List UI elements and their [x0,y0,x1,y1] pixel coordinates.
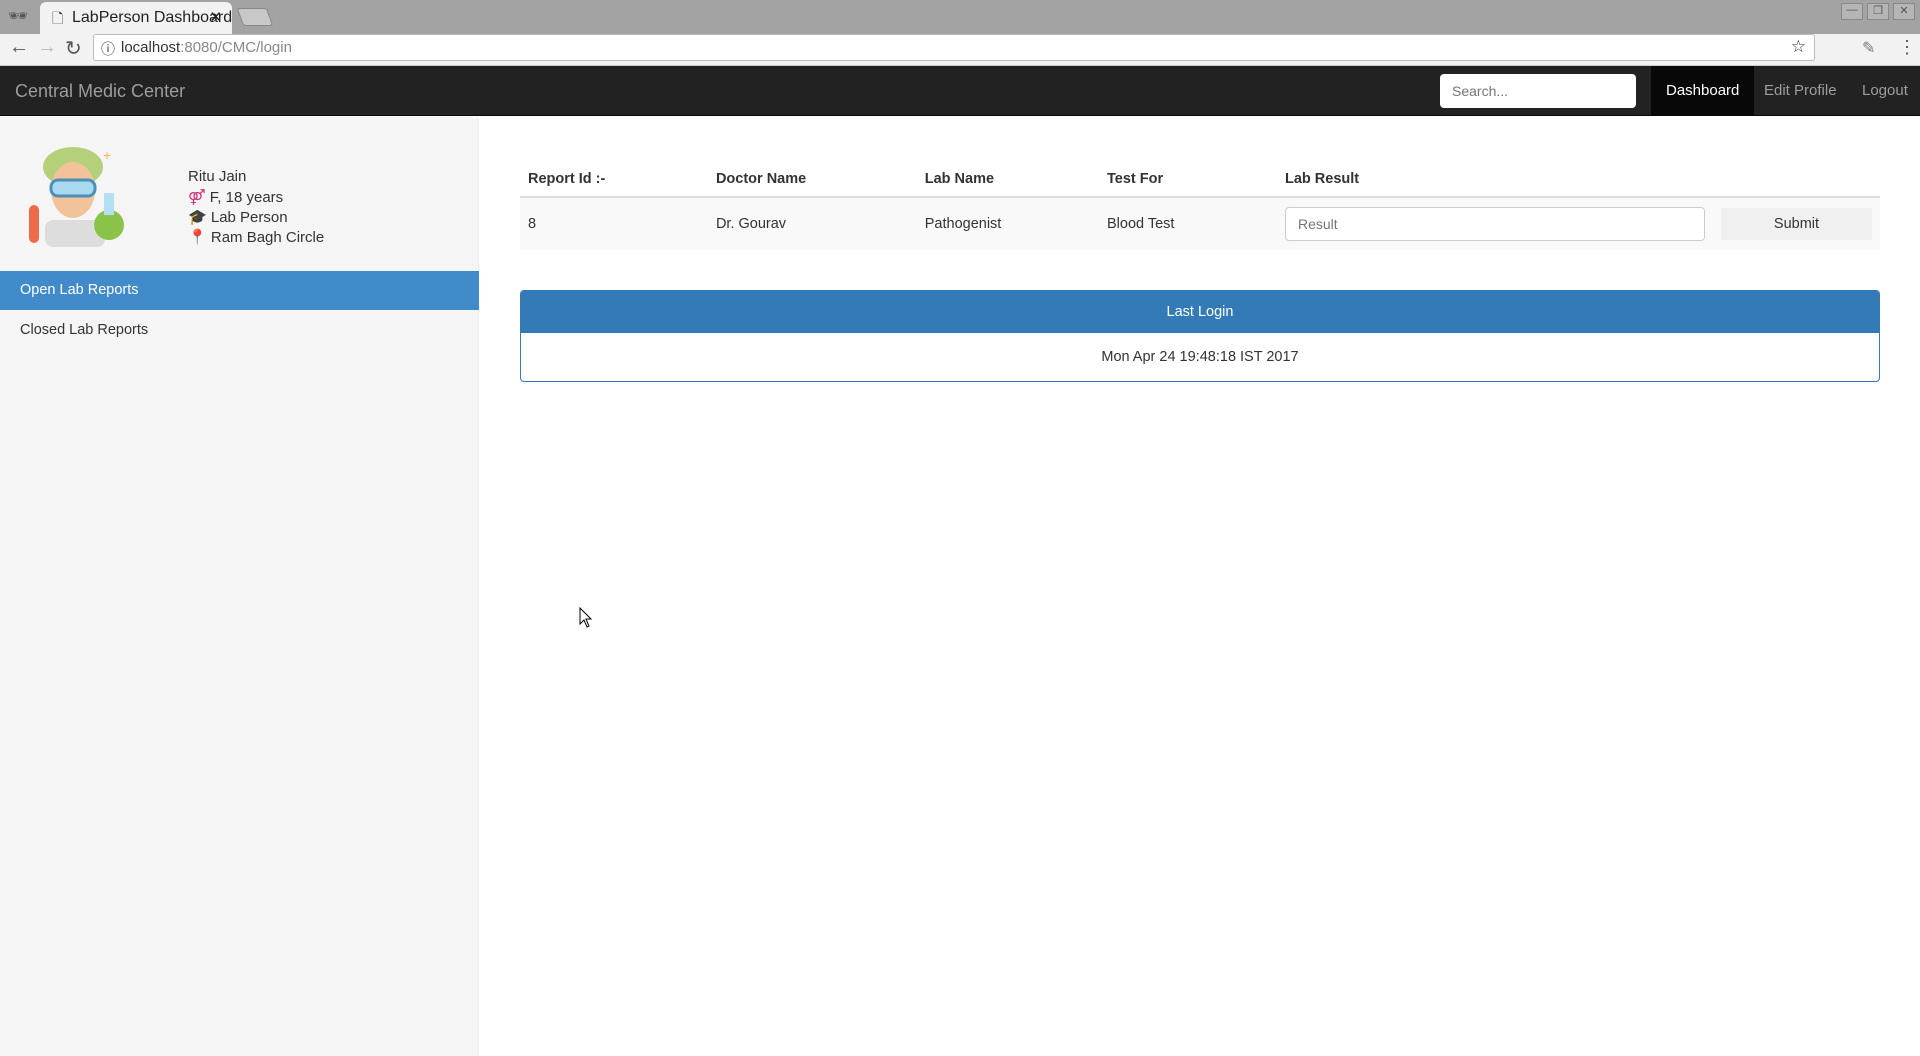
gender-icon: ⚤ [188,189,206,206]
profile-gender-age: F, 18 years [209,189,284,206]
profile-name: Ritu Jain [188,168,247,185]
lab-scientist-avatar: + [29,147,124,247]
search-input[interactable] [1440,74,1636,108]
brand[interactable]: Central Medic Center [15,81,185,102]
cell-action: Submit [1713,197,1880,250]
document-icon: 🗋 [52,10,64,26]
last-login-panel: Last Login Mon Apr 24 19:48:18 IST 2017 [520,290,1880,382]
nav-dashboard[interactable]: Dashboard [1651,66,1755,116]
minimize-icon[interactable]: — [1841,3,1863,20]
header-test-for: Test For [1099,162,1277,198]
sidebar [0,117,479,1056]
reload-icon[interactable]: ↻ [65,36,82,61]
profile-role: Lab Person [210,209,288,226]
cell-report-id: 8 [520,197,708,250]
header-doctor-name: Doctor Name [707,162,917,198]
graduation-cap-icon: 🎓 [188,209,207,226]
header-lab-result: Lab Result [1277,162,1713,198]
eyedropper-extension-icon[interactable]: ✎ [1862,38,1875,58]
nav-edit-profile[interactable]: Edit Profile [1749,66,1852,116]
tab-title: LabPerson Dashboard [72,9,232,26]
header-action [1713,162,1880,198]
mouse-cursor-icon [579,607,593,628]
submit-button[interactable]: Submit [1721,208,1872,240]
close-window-icon[interactable]: ✕ [1893,3,1915,20]
browser-tab[interactable]: 🗋 LabPerson Dashboard ✕ [40,2,232,34]
table-row: 8 Dr. Gourav Pathogenist Blood Test Subm… [520,197,1880,250]
cell-lab: Pathogenist [916,197,1099,250]
profile-location: Ram Bagh Circle [210,229,325,246]
new-tab-button[interactable] [236,8,274,26]
sidebar-item-closed-lab-reports[interactable]: Closed Lab Reports [0,311,479,350]
back-icon[interactable]: ← [9,36,29,59]
svg-text:+: + [103,147,111,163]
url-path: :8080/CMC/login [180,39,292,56]
location-pin-icon: 📍 [188,229,207,246]
url-input[interactable]: ⓘ localhost:8080/CMC/login ☆ [93,34,1815,61]
close-tab-icon[interactable]: ✕ [209,8,222,26]
last-login-value: Mon Apr 24 19:48:18 IST 2017 [1101,349,1299,365]
browser-tab-bar [0,0,1920,34]
nav-logout[interactable]: Logout [1847,66,1920,116]
restore-icon[interactable]: ❐ [1867,3,1889,20]
cell-test: Blood Test [1099,197,1277,250]
menu-icon[interactable]: ⋮ [1898,37,1916,58]
result-input[interactable] [1285,207,1705,241]
header-report-id: Report Id :- [520,162,708,198]
lab-reports-table: Report Id :- Doctor Name Lab Name Test F… [520,162,1880,250]
cell-doctor: Dr. Gourav [707,197,917,250]
cell-result [1277,197,1713,250]
sidebar-item-open-lab-reports[interactable]: Open Lab Reports [0,271,479,310]
url-host: localhost [121,39,181,56]
incognito-icon: 🕶 [8,8,29,25]
bookmark-star-icon[interactable]: ☆ [1791,37,1806,57]
table-header-row: Report Id :- Doctor Name Lab Name Test F… [520,162,1880,198]
info-icon[interactable]: ⓘ [101,39,115,59]
last-login-title: Last Login [521,291,1879,333]
forward-icon[interactable]: → [37,36,57,59]
header-lab-name: Lab Name [916,162,1099,198]
